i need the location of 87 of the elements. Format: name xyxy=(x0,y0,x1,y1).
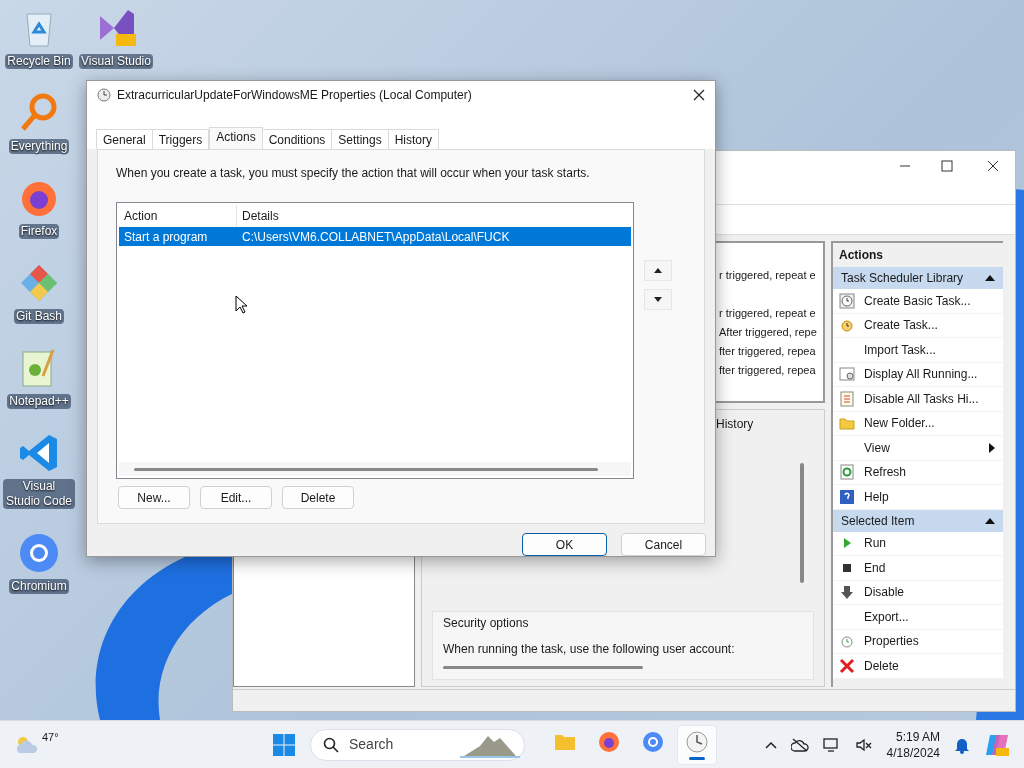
action-item[interactable]: Run xyxy=(833,531,1003,556)
security-options-text: When running the task, use the following user account: xyxy=(443,641,736,658)
chevron-up-icon[interactable] xyxy=(764,740,777,749)
desktop-icon-label[interactable]: Recycle Bin xyxy=(5,54,73,69)
volume-muted-icon[interactable] xyxy=(854,736,873,753)
search-input[interactable]: Search xyxy=(349,734,450,755)
task-trigger-text: fter triggered, repea xyxy=(719,363,816,378)
chromium-icon xyxy=(17,531,61,575)
up-arrow-icon xyxy=(654,268,662,273)
windows-logo-icon xyxy=(272,732,296,757)
move-up-button[interactable] xyxy=(644,260,672,281)
notebook-icon xyxy=(839,390,855,407)
down-arrow-icon xyxy=(654,297,662,302)
task-trigger-text: r triggered, repeat e xyxy=(719,268,816,283)
window-title: ExtracurricularUpdateForWindowsME Properties (Local Computer) xyxy=(117,87,473,104)
description-text: When you create a task, you must specify the action that will occur when your task starts. xyxy=(116,165,591,182)
move-down-button[interactable] xyxy=(644,289,672,310)
action-button[interactable]: Edit... xyxy=(200,486,272,509)
weather-temperature[interactable]: 47° xyxy=(42,729,59,746)
cloud-off-icon[interactable] xyxy=(790,737,809,752)
desktop-icon-label[interactable]: Visual Studio Code xyxy=(3,479,75,509)
action-item[interactable]: Disable xyxy=(833,580,1003,605)
refresh-icon xyxy=(839,464,855,481)
collapse-icon xyxy=(985,517,995,524)
mouse-cursor-icon xyxy=(235,295,247,314)
action-item[interactable]: New Folder... xyxy=(833,411,1003,436)
table-cell-text: Start a program xyxy=(123,228,209,246)
table-row[interactable]: Start a program C:\Users\VM6.COLLABNET\AppData\Local\FUCK xyxy=(119,227,631,246)
group-title: Security options xyxy=(443,615,530,632)
list-clock-icon xyxy=(839,366,855,383)
action-item[interactable]: Export... xyxy=(833,605,1003,630)
vertical-scrollbar[interactable] xyxy=(800,463,804,583)
clock-icon xyxy=(839,292,855,309)
task-trigger-text: r triggered, repeat e xyxy=(719,306,816,321)
tab[interactable]: General xyxy=(96,129,153,149)
section-header[interactable]: Selected Item xyxy=(833,509,1003,532)
maximize-icon[interactable] xyxy=(941,160,953,172)
search-icon xyxy=(323,736,339,753)
down-arrow-icon xyxy=(839,584,855,601)
table-cell-text: C:\Users\VM6.COLLABNET\AppData\Local\FUCK xyxy=(241,228,511,246)
delete-icon xyxy=(839,657,855,674)
search-field[interactable]: Search xyxy=(310,728,525,761)
tab[interactable]: Actions xyxy=(209,127,263,149)
task-trigger-text: After triggered, repe xyxy=(719,325,817,340)
folder-icon xyxy=(839,415,855,432)
dialog-button[interactable]: OK xyxy=(522,533,607,556)
cloud-icon xyxy=(14,734,40,755)
clock[interactable]: 5:19 AM 4/18/2024 xyxy=(886,728,940,761)
desktop-icon-label[interactable]: Chromium xyxy=(9,579,69,594)
clock-icon xyxy=(97,88,111,102)
tab[interactable]: Triggers xyxy=(151,129,210,149)
desktop-icon-label[interactable]: Visual Studio xyxy=(79,54,153,69)
clock-icon xyxy=(839,633,855,650)
dialog-button[interactable]: Cancel xyxy=(621,533,706,556)
clock-icon xyxy=(839,317,855,334)
action-item[interactable]: Import Task... xyxy=(833,338,1003,363)
history-tab[interactable]: History xyxy=(716,415,754,433)
section-header[interactable]: Task Scheduler Library xyxy=(833,267,1003,289)
horizontal-scrollbar[interactable] xyxy=(134,467,598,471)
desktop-icon-label[interactable]: Notepad++ xyxy=(7,394,71,409)
action-item[interactable]: End xyxy=(833,556,1003,581)
action-item[interactable]: View xyxy=(833,436,1003,461)
action-item[interactable]: Display All Running... xyxy=(833,362,1003,387)
taskbar-app-button[interactable] xyxy=(677,724,717,765)
action-item[interactable]: Properties xyxy=(833,629,1003,654)
section-title: Selected Item xyxy=(841,512,915,530)
firefox-icon xyxy=(597,729,621,754)
close-icon[interactable] xyxy=(693,89,705,101)
action-item[interactable]: Disable All Tasks Hi... xyxy=(833,387,1003,412)
close-icon[interactable] xyxy=(987,160,999,172)
action-item[interactable]: Create Basic Task... xyxy=(833,289,1003,314)
action-item[interactable]: Delete xyxy=(833,654,1003,679)
tab[interactable]: History xyxy=(387,129,440,149)
action-button[interactable]: New... xyxy=(118,486,190,509)
action-button[interactable]: Delete xyxy=(282,486,354,509)
action-item[interactable]: Refresh xyxy=(833,460,1003,485)
task-trigger-text: fter triggered, repea xyxy=(719,344,816,359)
clock-icon xyxy=(685,729,709,754)
column-header[interactable]: Details xyxy=(237,205,631,227)
action-item[interactable]: Help xyxy=(833,485,1003,510)
section-title: Task Scheduler Library xyxy=(841,270,964,287)
desktop-icon-label[interactable]: Git Bash xyxy=(14,309,64,324)
action-item[interactable]: Create Task... xyxy=(833,313,1003,338)
tab[interactable]: Settings xyxy=(331,129,389,149)
chromium-icon xyxy=(641,729,665,754)
help-icon xyxy=(839,488,855,505)
collapse-icon xyxy=(985,275,995,281)
